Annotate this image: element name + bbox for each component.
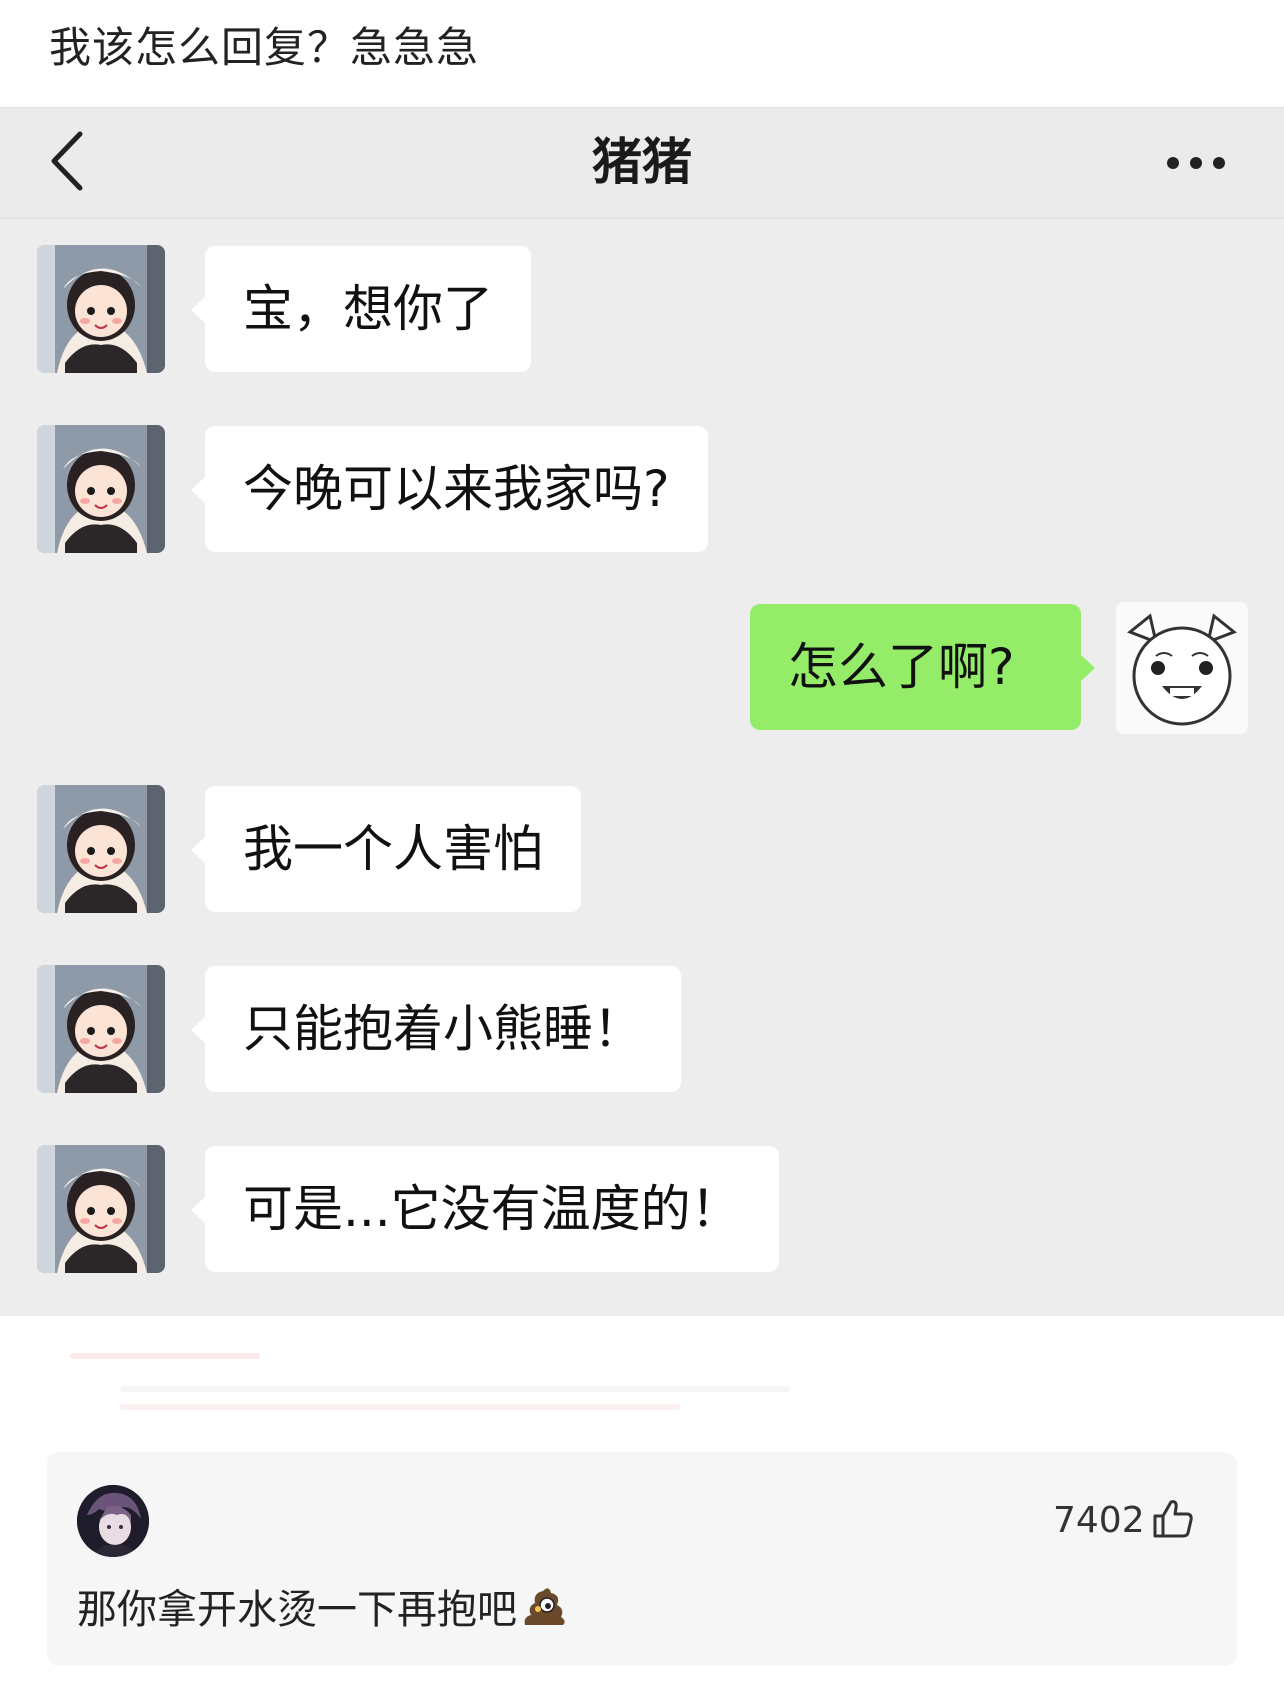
funny-face-avatar-icon: [1116, 602, 1248, 734]
more-options-button[interactable]: [1160, 133, 1240, 193]
contact-avatar[interactable]: [37, 425, 165, 553]
chat-screenshot: 猪猪 宝，想你了 今晚可以来我家吗? 怎么了啊? 我一个人害怕 只能抱着小熊睡！…: [0, 107, 1284, 1316]
message-bubble-incoming[interactable]: 今晚可以来我家吗?: [191, 426, 708, 552]
blurred-text: [70, 1353, 260, 1359]
thumbs-up-icon: [1153, 1500, 1193, 1538]
like-count: 7402: [1053, 1500, 1145, 1541]
girl-avatar-icon: [37, 785, 165, 913]
like-button[interactable]: [1151, 1496, 1195, 1540]
message-bubble-incoming[interactable]: 宝，想你了: [191, 246, 531, 372]
my-avatar[interactable]: [1116, 602, 1248, 734]
girl-avatar-icon: [37, 1145, 165, 1273]
chat-header: 猪猪: [0, 108, 1284, 219]
message-bubble-incoming[interactable]: 可是...它没有温度的！: [191, 1146, 779, 1272]
chat-contact-name: 猪猪: [592, 133, 692, 191]
commenter-avatar[interactable]: [77, 1485, 149, 1557]
poop-emoji-icon: [524, 1588, 565, 1625]
blurred-text: [120, 1404, 680, 1410]
contact-avatar[interactable]: [37, 1145, 165, 1273]
comment-text-body: 那你拿开水烫一下再抱吧: [77, 1587, 517, 1633]
message-bubble-outgoing[interactable]: 怎么了啊?: [750, 604, 1095, 730]
contact-avatar[interactable]: [37, 785, 165, 913]
anime-boy-avatar-icon: [77, 1485, 149, 1557]
contact-avatar[interactable]: [37, 965, 165, 1093]
message-bubble-incoming[interactable]: 只能抱着小熊睡！: [191, 966, 681, 1092]
more-dots-icon: [1167, 157, 1225, 169]
post-title: 我该怎么回复？急急急: [49, 23, 480, 72]
comment-card: 7402 那你拿开水烫一下再抱吧: [47, 1452, 1237, 1666]
blurred-text: [120, 1386, 790, 1392]
girl-avatar-icon: [37, 425, 165, 553]
message-bubble-incoming[interactable]: 我一个人害怕: [191, 786, 581, 912]
girl-avatar-icon: [37, 245, 165, 373]
contact-avatar[interactable]: [37, 245, 165, 373]
comment-text: 那你拿开水烫一下再抱吧: [77, 1582, 567, 1638]
girl-avatar-icon: [37, 965, 165, 1093]
